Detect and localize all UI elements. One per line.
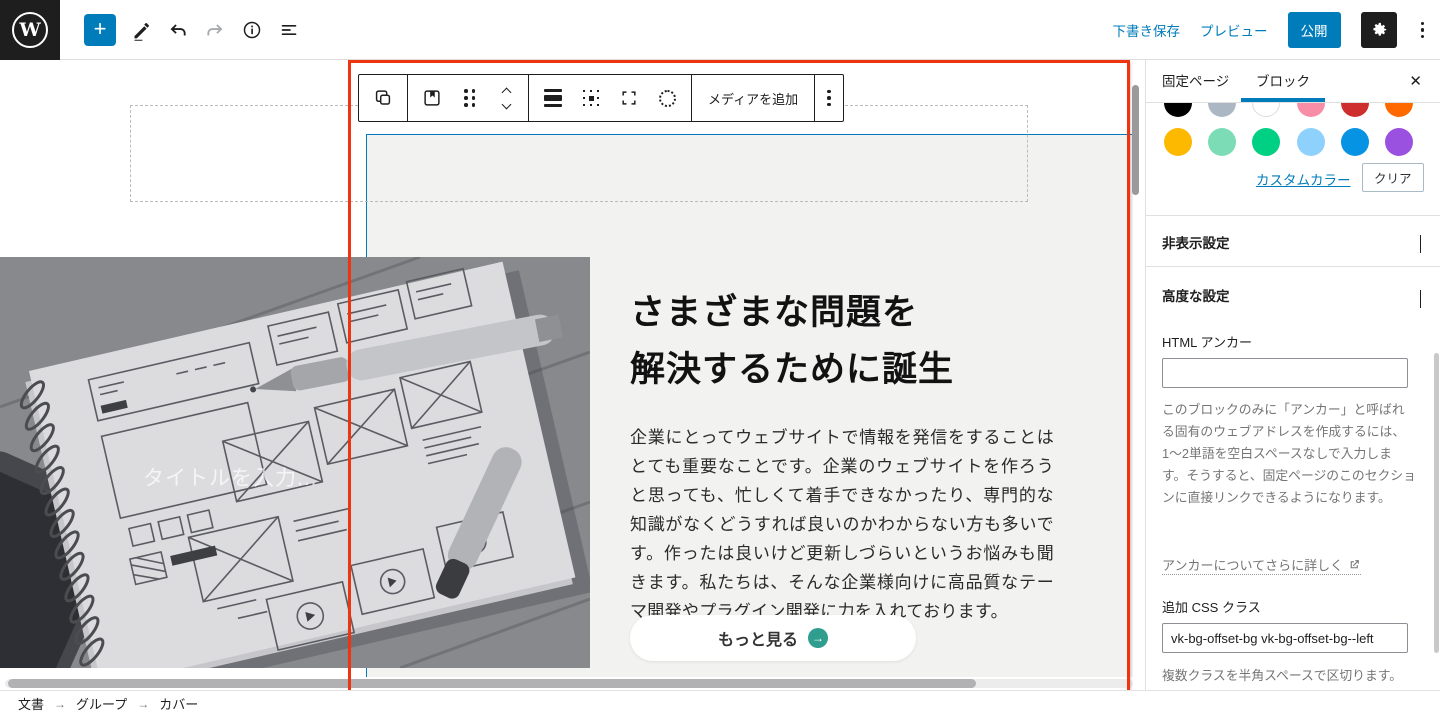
additional-css-class-input[interactable]: [1162, 623, 1408, 653]
sidebar-tabs: 固定ページ ブロック ✕: [1146, 60, 1440, 103]
color-swatch[interactable]: [1297, 103, 1325, 117]
annotation-box-cover-block: [348, 60, 1130, 690]
options-menu-icon[interactable]: [1417, 22, 1429, 39]
list-view-icon[interactable]: [277, 18, 301, 42]
chevron-up-icon: [1420, 290, 1421, 308]
clear-color-button[interactable]: クリア: [1362, 163, 1424, 192]
custom-color-link[interactable]: カスタムカラー: [1256, 169, 1351, 189]
undo-icon[interactable]: [166, 18, 190, 42]
sidebar-scrollbar[interactable]: [1434, 353, 1439, 653]
breadcrumb-cover: カバー: [159, 694, 198, 713]
wordpress-w-icon: W: [12, 12, 48, 48]
css-class-help-text: 複数クラスを半角スペースで区切ります。: [1162, 665, 1416, 687]
color-swatch[interactable]: [1208, 128, 1236, 156]
external-link-icon: [1348, 558, 1361, 571]
gear-icon: [1369, 20, 1389, 40]
html-anchor-input[interactable]: [1162, 358, 1408, 388]
color-swatch[interactable]: [1164, 128, 1192, 156]
cover-title-placeholder[interactable]: タイトルを入力...: [143, 462, 318, 492]
section-advanced-settings[interactable]: 高度な設定: [1146, 266, 1440, 318]
color-swatch[interactable]: [1341, 128, 1369, 156]
block-settings-panel: カスタムカラー クリア 非表示設定 高度な設定 HTML アンカー このブロック…: [1146, 103, 1440, 690]
vertical-scrollbar[interactable]: [1132, 85, 1139, 195]
color-swatch[interactable]: [1252, 128, 1280, 156]
details-info-icon[interactable]: [240, 18, 264, 42]
editor-canvas[interactable]: タイトルを入力... さまざまな問題を 解決するために誕生 企業にとってウェブサ…: [0, 60, 1145, 690]
save-draft-button[interactable]: 下書き保存: [1113, 20, 1181, 40]
editor-topbar: W + 下書き保存 プレビュー 公開: [0, 0, 1440, 60]
active-tab-underline: [1241, 98, 1325, 102]
color-swatch[interactable]: [1341, 103, 1369, 117]
additional-css-class-label: 追加 CSS クラス: [1162, 597, 1261, 616]
color-swatch[interactable]: [1208, 103, 1236, 117]
chevron-down-icon: [1420, 235, 1421, 253]
wordpress-logo[interactable]: W: [0, 0, 60, 60]
close-sidebar-icon[interactable]: ✕: [1409, 72, 1422, 90]
breadcrumb-arrow: →: [54, 697, 66, 711]
breadcrumb-group[interactable]: グループ: [76, 694, 127, 713]
anchor-learn-more-link[interactable]: アンカーについてさらに詳しく: [1162, 555, 1361, 575]
color-swatch[interactable]: [1385, 103, 1413, 117]
block-inserter-button[interactable]: +: [84, 14, 116, 46]
hidden-settings-label: 非表示設定: [1162, 232, 1230, 252]
color-swatch[interactable]: [1252, 103, 1280, 117]
advanced-settings-label: 高度な設定: [1162, 285, 1230, 305]
color-swatch[interactable]: [1297, 128, 1325, 156]
publish-button[interactable]: 公開: [1288, 12, 1341, 48]
block-breadcrumb: 文書 → グループ → カバー: [0, 690, 1440, 716]
anchor-learn-more-label: アンカーについてさらに詳しく: [1162, 555, 1343, 574]
breadcrumb-document[interactable]: 文書: [18, 694, 44, 713]
tools-pencil-icon[interactable]: [129, 18, 153, 42]
html-anchor-label: HTML アンカー: [1162, 332, 1252, 351]
editor-workspace: タイトルを入力... さまざまな問題を 解決するために誕生 企業にとってウェブサ…: [0, 60, 1440, 690]
redo-icon[interactable]: [203, 18, 227, 42]
breadcrumb-arrow: →: [137, 697, 149, 711]
html-anchor-description: このブロックのみに「アンカー」と呼ばれる固有のウェブアドレスを作成するには、1〜…: [1162, 399, 1416, 509]
color-swatch[interactable]: [1164, 103, 1192, 117]
tab-page[interactable]: 固定ページ: [1162, 60, 1229, 103]
settings-gear-button[interactable]: [1361, 12, 1397, 48]
settings-sidebar: 固定ページ ブロック ✕ カスタムカラー: [1145, 60, 1440, 690]
preview-button[interactable]: プレビュー: [1200, 20, 1268, 40]
wordpress-editor: W + 下書き保存 プレビュー 公開: [0, 0, 1440, 716]
color-swatch[interactable]: [1385, 128, 1413, 156]
tab-block[interactable]: ブロック: [1256, 60, 1310, 103]
section-hidden-settings[interactable]: 非表示設定: [1146, 215, 1440, 265]
